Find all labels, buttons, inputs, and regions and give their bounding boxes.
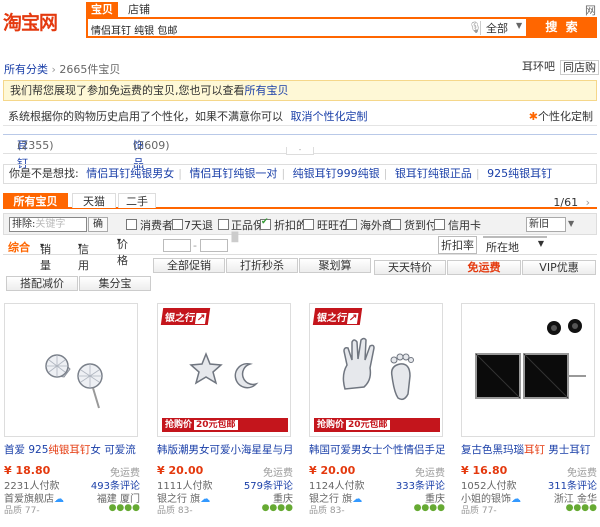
breadcrumb-all-categories[interactable]: 所有分类 (4, 63, 48, 76)
search-button[interactable]: 搜 索 (528, 17, 597, 38)
cancel-personalization-link[interactable]: 取消个性化定制 (291, 110, 368, 123)
filter-label: 消费者 (140, 219, 173, 232)
promo-all[interactable]: 全部促销 (153, 258, 225, 273)
chevron-down-icon[interactable]: ▼ (568, 219, 574, 228)
chevron-down-icon[interactable]: ▼ (516, 21, 522, 30)
gear-icon: ✱ (528, 110, 538, 123)
wangwang-icon: ☁ (200, 494, 211, 505)
next-page-icon[interactable]: › (586, 196, 590, 209)
product-price: ¥ 18.80 (4, 464, 51, 477)
price-max-input[interactable] (200, 239, 228, 252)
result-tabs: 所有宝贝 天猫 二手 (3, 193, 597, 209)
filter-checkbox[interactable] (126, 219, 137, 230)
search-tab-shops[interactable]: 店铺 (124, 2, 154, 18)
service-icons: ●●●● (565, 503, 597, 513)
search-category-select[interactable]: 全部 (486, 20, 508, 36)
product-card[interactable]: 银之行↗ 抢购价 20元包邮 韩国可爱男女士个性情侣手足 ¥ 20.00 免运费 … (309, 303, 445, 527)
product-price: ¥ 20.00 (309, 464, 356, 477)
product-card[interactable]: 复古色黑玛瑙耳钉 男士耳钉 ¥ 16.80 免运费 1052人付款 311条评论… (461, 303, 597, 527)
product-price: ¥ 20.00 (157, 464, 204, 477)
suggestion-link[interactable]: 情侣耳钉纯银一对 (189, 167, 277, 180)
service-icons: ●●●● (413, 503, 445, 513)
all-items-link[interactable]: 所有宝贝 (245, 84, 289, 97)
search-divider (480, 21, 481, 35)
promo-band: 抢购价 20元包邮 (314, 418, 440, 432)
promo-flash-sale[interactable]: 打折秒杀 (226, 258, 298, 273)
taobao-logo[interactable]: 淘宝网 (3, 8, 58, 35)
price-slider-icon[interactable]: ▐▌ (228, 233, 242, 243)
suggestion-bar: 你是不是想找: 情侣耳钉纯银男女 | 情侣耳钉纯银一对 | 纯银耳钉999纯银 | 银… (3, 164, 597, 184)
sort-bar: 综合 销量 ▾ 信用 ▾ 价格 ▾ - ▐▌ 折扣率 所在地 ▼ (3, 233, 597, 272)
same-shop-button[interactable]: 同店购 (560, 60, 599, 75)
product-image[interactable] (461, 303, 595, 437)
suggestion-link[interactable]: 纯银耳钉999纯银 (293, 167, 380, 180)
earring-forum-link[interactable]: 耳环吧 (520, 60, 557, 75)
suggestion-link[interactable]: 情侣耳钉纯银男女 (86, 167, 174, 180)
filter-label: 信用卡 (448, 219, 481, 232)
tab-all-items[interactable]: 所有宝贝 (3, 193, 68, 208)
product-image[interactable]: 银之行↗ 抢购价 20元包邮 (309, 303, 443, 437)
promo-vip[interactable]: VIP优惠 (522, 260, 596, 275)
filter-bar: 排除:关键字 确 消费者 7天退 正品保 折扣的 旺旺在 海外商 货到付 信用卡… (3, 213, 597, 235)
service-icons: ●●●● (108, 503, 140, 513)
promo-group-buy[interactable]: 聚划算 (299, 258, 371, 273)
filter-checkbox[interactable] (346, 219, 357, 230)
search-box[interactable]: 情侣耳钉 纯银 包邮 🎙 全部 ▼ (86, 17, 528, 38)
page-total: /61 (560, 196, 579, 209)
product-image[interactable] (4, 303, 138, 437)
product-card[interactable]: 首爱 925纯银耳钉女 可爱流 ¥ 18.80 免运费 2231人付款 493条… (4, 303, 140, 527)
personalization-text: 系统根据你的购物历史启用了个性化，如果不满意你可以 (8, 110, 283, 123)
promo-bundle[interactable]: 搭配减价 (6, 276, 78, 291)
filter-checkbox[interactable] (434, 219, 445, 230)
filter-checkbox[interactable] (303, 219, 314, 230)
product-price: ¥ 16.80 (461, 464, 508, 477)
promo-points[interactable]: 集分宝 (79, 276, 151, 291)
promo-band: 抢购价 20元包邮 (162, 418, 288, 432)
page-indicator: 1/61 › (553, 196, 590, 209)
exclude-confirm-button[interactable]: 确 (88, 217, 108, 232)
wangwang-icon: ☁ (54, 494, 64, 505)
wangwang-icon: ☁ (511, 494, 521, 505)
filter-checkbox[interactable] (172, 219, 183, 230)
breadcrumb-separator: › (51, 63, 56, 76)
credit-rating: 品质 77- (461, 506, 497, 516)
search-tab-items[interactable]: 宝贝 (86, 2, 118, 18)
price-min-input[interactable] (163, 239, 191, 252)
filter-checkbox[interactable] (218, 219, 229, 230)
exclude-keyword-input[interactable]: 排除:关键字 (9, 217, 87, 232)
credit-rating: 品质 77- (4, 506, 40, 516)
suggestion-label: 你是不是想找: (9, 167, 79, 180)
credit-rating: 品质 83- (309, 506, 345, 516)
promo-daily-deal[interactable]: 天天特价 (374, 260, 446, 275)
personalization-settings[interactable]: ✱个性化定制 (529, 108, 593, 126)
personalization-notice: 系统根据你的购物历史启用了个性化，如果不满意你可以 取消个性化定制 ✱个性化定制 (3, 108, 597, 126)
breadcrumb: 所有分类 › 2665件宝贝 (4, 61, 120, 77)
filter-label: 货到付 (404, 219, 437, 232)
wangwang-icon: ☁ (352, 494, 363, 505)
sort-default[interactable]: 综合 (8, 239, 30, 255)
price-range-dash: - (193, 239, 197, 252)
condition-select[interactable]: 新旧 (526, 217, 566, 232)
filter-label: 海外商 (360, 219, 393, 232)
suggestion-link[interactable]: 925纯银耳钉 (487, 167, 552, 180)
product-image[interactable]: 银之行↗ 抢购价 20元包邮 (157, 303, 291, 437)
suggestion-link[interactable]: 银耳钉纯银正品 (395, 167, 472, 180)
promo-free-shipping[interactable]: 免运费 (447, 260, 521, 275)
location-select[interactable]: 所在地 ▼ (483, 236, 547, 254)
result-count: 2665件宝贝 (59, 63, 121, 76)
service-icons: ●●●● (261, 503, 293, 513)
tab-second-hand[interactable]: 二手 (118, 193, 156, 208)
credit-rating: 品质 83- (157, 506, 193, 516)
top-right-text: 网 (585, 4, 596, 17)
filter-checkbox-checked[interactable] (260, 217, 271, 230)
sort-discount[interactable]: 折扣率 (438, 236, 477, 254)
filter-checkbox[interactable] (390, 219, 401, 230)
expand-categories-toggle[interactable]: - (286, 147, 314, 155)
free-shipping-notice: 我们帮您展现了参加免运费的宝贝,您也可以查看所有宝贝 (3, 80, 597, 101)
search-input[interactable]: 情侣耳钉 纯银 包邮 (91, 22, 177, 37)
filter-label: 7天退 (184, 219, 213, 232)
product-card[interactable]: 银之行↗ 抢购价 20元包邮 韩版潮男女可爱小海星星与月 ¥ 20.00 免运费 … (157, 303, 293, 527)
free-shipping-text: 我们帮您展现了参加免运费的宝贝,您也可以查看 (10, 84, 245, 97)
tab-tmall[interactable]: 天猫 (72, 193, 116, 208)
